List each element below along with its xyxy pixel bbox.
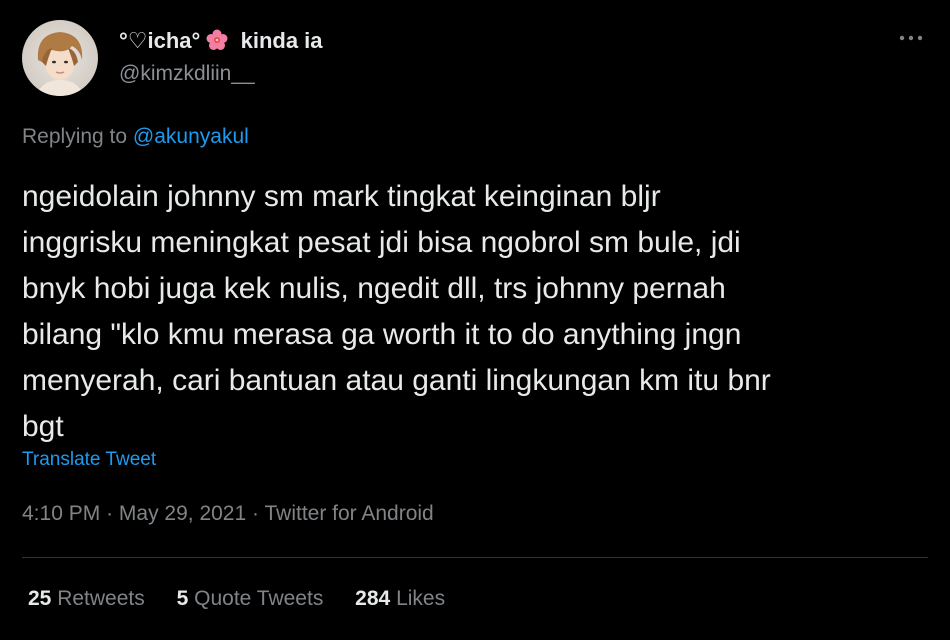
display-name-suffix: kinda ia bbox=[240, 28, 323, 53]
engagement-stats: 25 Retweets 5 Quote Tweets 284 Likes bbox=[28, 587, 471, 611]
tweet-detail: °♡icha° kinda ia @kimzkdliin__ Replying … bbox=[0, 0, 950, 640]
divider bbox=[22, 557, 928, 558]
tweet-metadata: 4:10 PM · May 29, 2021 · Twitter for And… bbox=[22, 502, 434, 526]
hibiscus-icon bbox=[206, 29, 228, 57]
tweet-time[interactable]: 4:10 PM bbox=[22, 502, 100, 525]
replying-to-label: Replying to bbox=[22, 125, 128, 148]
retweets-label: Retweets bbox=[57, 587, 145, 610]
translate-tweet-link[interactable]: Translate Tweet bbox=[22, 449, 156, 471]
quote-tweets-count: 5 bbox=[176, 587, 189, 610]
likes-count: 284 bbox=[355, 587, 391, 610]
avatar[interactable] bbox=[22, 20, 98, 96]
user-handle[interactable]: @kimzkdliin__ bbox=[119, 62, 255, 86]
display-name[interactable]: °♡icha° kinda ia bbox=[119, 28, 323, 57]
likes-label: Likes bbox=[396, 587, 446, 610]
tweet-text: ngeidolain johnny sm mark tingkat keingi… bbox=[22, 180, 771, 443]
quote-tweets-stat[interactable]: 5 Quote Tweets bbox=[177, 587, 330, 610]
avatar-image bbox=[22, 20, 98, 96]
meta-separator: · bbox=[252, 502, 260, 525]
quote-tweets-label: Quote Tweets bbox=[194, 587, 324, 610]
more-options-icon[interactable] bbox=[896, 28, 926, 48]
tweet-date[interactable]: May 29, 2021 bbox=[119, 502, 246, 525]
retweets-count: 25 bbox=[28, 587, 52, 610]
reply-mention-link[interactable]: @akunyakul bbox=[133, 125, 249, 148]
display-name-prefix: °♡icha° bbox=[119, 28, 201, 53]
retweets-stat[interactable]: 25 Retweets bbox=[28, 587, 151, 610]
tweet-source[interactable]: Twitter for Android bbox=[264, 502, 433, 525]
replying-to: Replying to @akunyakul bbox=[22, 125, 249, 149]
meta-separator: · bbox=[106, 502, 114, 525]
likes-stat[interactable]: 284 Likes bbox=[355, 587, 445, 610]
